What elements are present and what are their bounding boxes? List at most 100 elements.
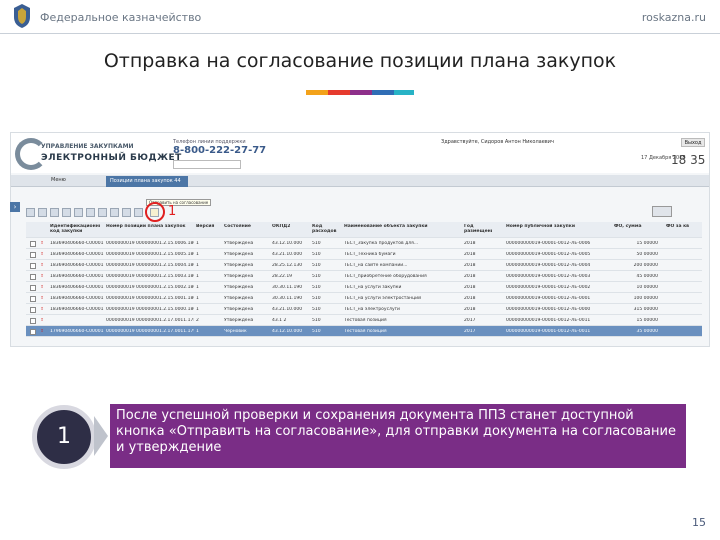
table-cell: Утверждена	[224, 252, 254, 257]
table-cell: 183690406660-C00001...	[50, 307, 104, 312]
col-header[interactable]: Версия	[196, 224, 218, 229]
step-number: 1	[57, 424, 71, 449]
table-cell: ТЕСТ_Закупка продуктов для...	[344, 241, 419, 246]
edit-icon[interactable]	[38, 208, 47, 217]
color-bar-2	[328, 90, 350, 95]
table-cell: 2018	[464, 263, 476, 268]
row-checkbox[interactable]	[30, 252, 36, 258]
table-cell: 100 00000	[633, 296, 658, 301]
table-cell: 510	[312, 318, 321, 323]
support-phone: 8-800-222-27-77	[173, 145, 267, 156]
table-cell: 510	[312, 285, 321, 290]
table-cell: Утверждена	[224, 241, 254, 246]
table-cell: 000000000019-00001-0012-ЛЕ-0000	[506, 307, 591, 312]
callout-text: После успешной проверки и сохранения док…	[110, 404, 686, 468]
color-bar-5	[394, 90, 414, 95]
color-bar-4	[372, 90, 394, 95]
table-cell: 1	[196, 263, 199, 268]
settings-dropdown[interactable]	[652, 206, 672, 217]
table-row[interactable]: ! 0000000019 000000001.2.17.0011.178 2 Утве…	[26, 315, 702, 326]
col-header[interactable]: Номер публичной закупки	[506, 224, 596, 229]
col-header[interactable]: ОКПД2	[272, 224, 302, 229]
row-checkbox[interactable]	[30, 307, 36, 313]
table-cell: 000000000019-00001-0012-ЛЕ-0002	[506, 285, 591, 290]
table-cell: 0000000019 000000001.2.17.0011.178	[106, 318, 194, 323]
current-time: 18 35	[671, 153, 706, 167]
row-checkbox[interactable]	[30, 274, 36, 280]
table-cell: 510	[312, 263, 321, 268]
col-header[interactable]: Код расходов	[312, 224, 342, 234]
page-number: 15	[692, 516, 706, 529]
history-icon[interactable]	[134, 208, 143, 217]
row-checkbox[interactable]	[30, 263, 36, 269]
table-cell: ТЕСТ_на электроуслуги	[344, 307, 400, 312]
tab-menu[interactable]: Меню	[51, 177, 66, 183]
table-cell: 510	[312, 252, 321, 257]
refresh-icon[interactable]	[98, 208, 107, 217]
table-cell: Утверждена	[224, 285, 254, 290]
col-header[interactable]: Номер позиции плана закупок	[106, 224, 186, 229]
site-link[interactable]: roskazna.ru	[642, 11, 706, 24]
delete-icon[interactable]	[50, 208, 59, 217]
check-icon[interactable]	[122, 208, 131, 217]
color-bar-3	[350, 90, 372, 95]
row-checkbox[interactable]	[30, 329, 36, 335]
table-cell: 45 00000	[636, 274, 658, 279]
eb-header: УПРАВЛЕНИЕ ЗАКУПКАМИ ЭЛЕКТРОННЫЙ БЮДЖЕТ …	[11, 133, 709, 173]
warning-icon: !	[41, 274, 44, 279]
slide-header: Федеральное казначейство roskazna.ru	[0, 0, 720, 34]
table-cell: 183690406660-C00001...	[50, 285, 104, 290]
table-row[interactable]: ! 183690406660-C00001... 0000000019 000000…	[26, 282, 702, 293]
row-checkbox[interactable]	[30, 241, 36, 247]
table-cell: ТЕСТ_на сайте компании...	[344, 263, 408, 268]
view-icon[interactable]	[74, 208, 83, 217]
row-checkbox[interactable]	[30, 285, 36, 291]
copy-icon[interactable]	[62, 208, 71, 217]
table-cell: ТЕСТ_Техника бумаги	[344, 252, 396, 257]
export-icon[interactable]	[110, 208, 119, 217]
table-cell: 2018	[464, 285, 476, 290]
col-header[interactable]: Состояние	[224, 224, 264, 229]
table-cell: 183690406660-C00001...	[50, 263, 104, 268]
table-row[interactable]: ! 183690406660-C00001... 0000000019 000000…	[26, 238, 702, 249]
print-icon[interactable]	[86, 208, 95, 217]
warning-icon: !	[41, 252, 44, 257]
col-header[interactable]: ФО, сумма	[614, 224, 654, 229]
warning-icon: !	[41, 263, 44, 268]
tab-purchase-plan-positions[interactable]: Позиции плана закупок 44	[106, 176, 188, 187]
exit-button[interactable]: Выход	[681, 138, 705, 147]
table-row[interactable]: ! 183690406660-C00001... 0000000019 000000…	[26, 304, 702, 315]
table-cell: 510	[312, 274, 321, 279]
table-cell: 179690406660-C00001...	[50, 329, 104, 334]
table-row[interactable]: ! 183690406660-C00001... 0000000019 000000…	[26, 249, 702, 260]
eb-logo-line2: ЭЛЕКТРОННЫЙ БЮДЖЕТ	[41, 153, 182, 163]
treasury-emblem-icon	[14, 4, 30, 28]
side-expand-icon[interactable]: ›	[10, 202, 20, 212]
table-cell: ТЕСТ_на услуги закупки	[344, 285, 402, 290]
table-cell: 1	[196, 307, 199, 312]
table-row[interactable]: ! 183690406660-C00001... 0000000019 000000…	[26, 260, 702, 271]
user-greeting: Здравствуйте, Сидоров Антон Николаевич	[441, 139, 554, 145]
col-header[interactable]: Наименование объекта закупки	[344, 224, 454, 229]
table-cell: 0000000019 000000001.2.15.0006.180	[106, 241, 194, 246]
add-icon[interactable]	[26, 208, 35, 217]
table-row[interactable]: ! 183690406660-C00001... 0000000019 000000…	[26, 293, 702, 304]
table-row[interactable]: ! 179690406660-C00001... 0000000019 000000…	[26, 326, 702, 337]
table-cell: 183690406660-C00001...	[50, 241, 104, 246]
header-search-input[interactable]	[173, 160, 241, 169]
col-header[interactable]: Год размещения	[464, 224, 492, 234]
table-cell: 10 00000	[636, 285, 658, 290]
table-cell: 1	[196, 274, 199, 279]
table-cell: 43.12.10.000	[272, 241, 303, 246]
table-cell: 510	[312, 329, 321, 334]
col-header[interactable]: Идентификационный код закупки	[50, 224, 100, 234]
col-header[interactable]: ФО за кв	[666, 224, 700, 229]
table-cell: 30.30.11.190	[272, 285, 303, 290]
row-checkbox[interactable]	[30, 318, 36, 324]
row-checkbox[interactable]	[30, 296, 36, 302]
warning-icon: !	[41, 318, 44, 323]
table-cell: 15 00000	[636, 241, 658, 246]
table-row[interactable]: ! 183690406660-C00001... 0000000019 000000…	[26, 271, 702, 282]
table-cell: 183690406660-C00001...	[50, 252, 104, 257]
grid-header-row: Идентификационный код закупки Номер пози…	[26, 222, 702, 238]
